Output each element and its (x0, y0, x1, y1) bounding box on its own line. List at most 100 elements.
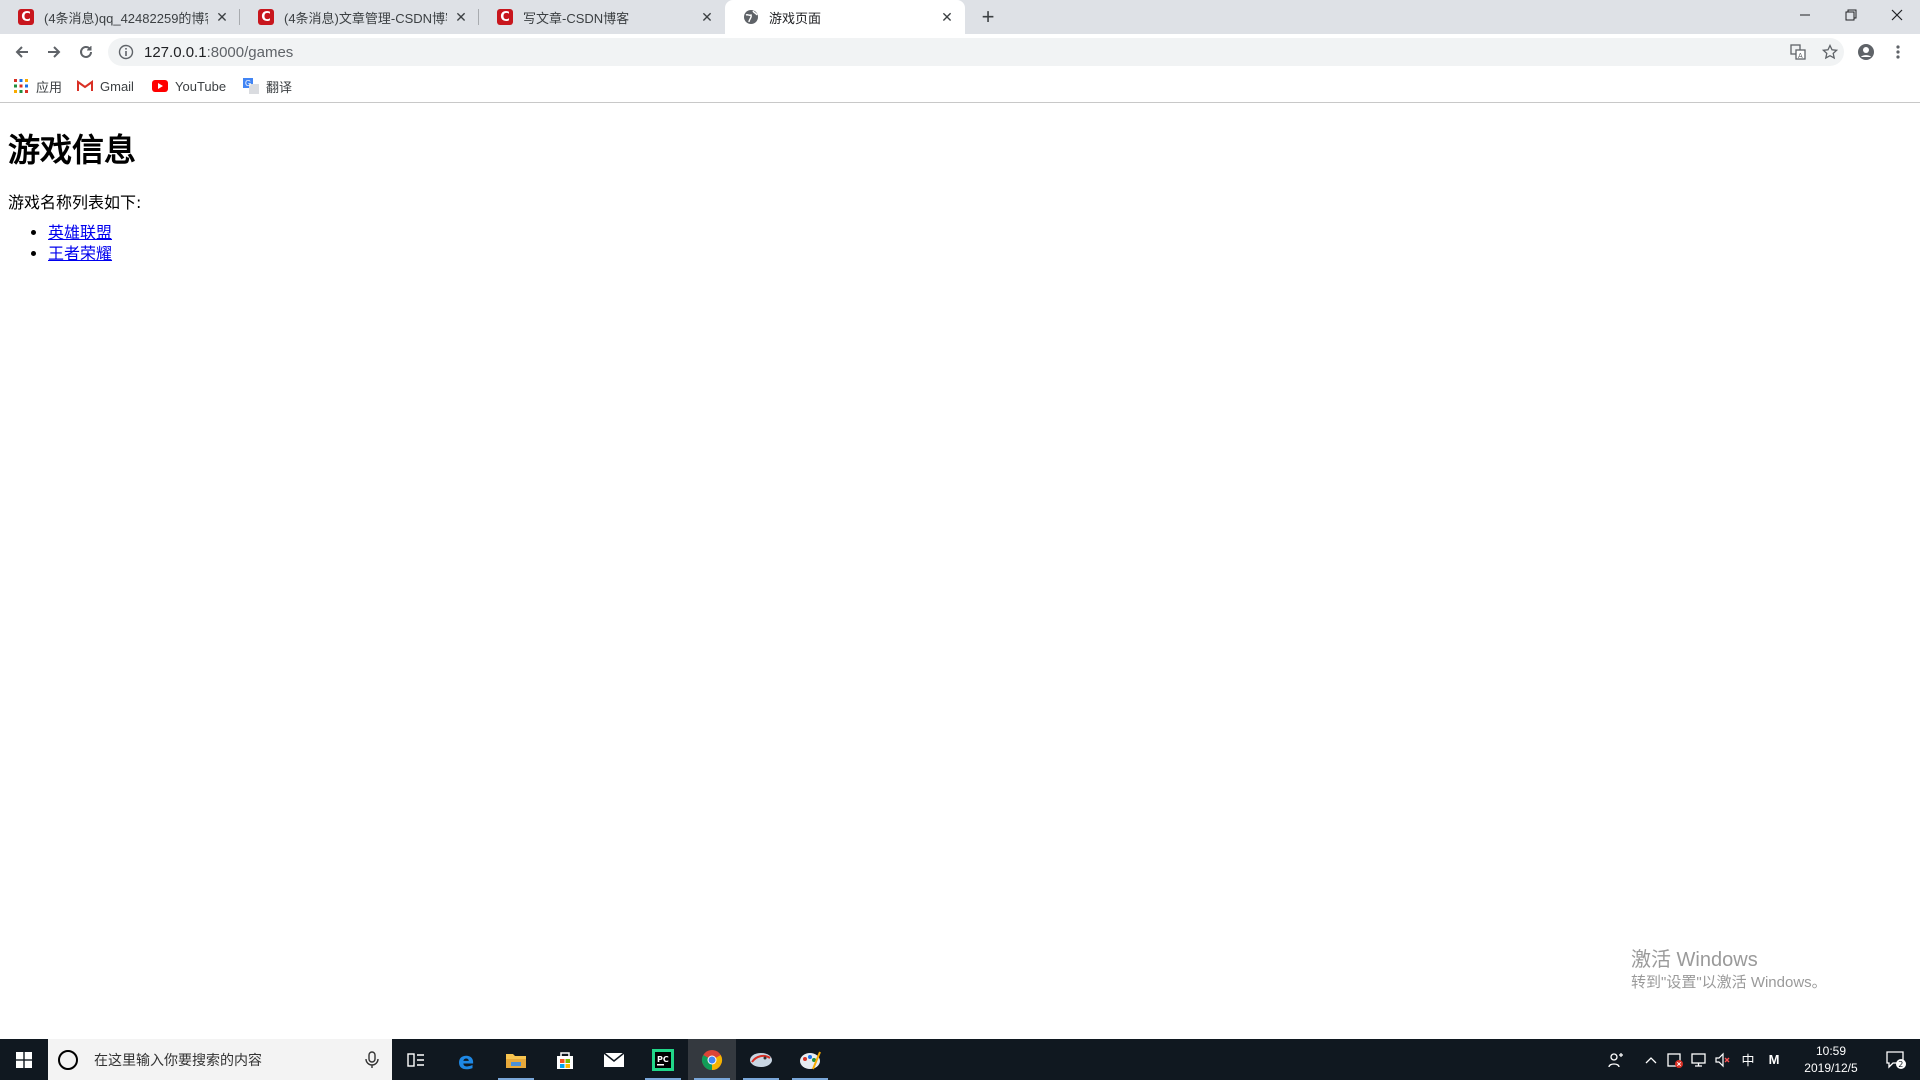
intro-text: 游戏名称列表如下: (8, 193, 142, 212)
tab-2[interactable]: C (4条消息)文章管理-CSDN博客 ✕ (240, 0, 479, 34)
svg-text:A: A (1798, 53, 1803, 60)
back-button[interactable] (10, 40, 34, 64)
game-link-lol[interactable]: 英雄联盟 (48, 223, 112, 242)
tab-4-active[interactable]: 游戏页面 ✕ (725, 0, 965, 34)
minimize-icon (1800, 14, 1810, 16)
tab-title: 游戏页面 (769, 10, 822, 26)
tray-network[interactable] (1688, 1039, 1710, 1080)
taskbar-edge[interactable]: e (443, 1039, 491, 1080)
more-vert-icon (1896, 45, 1900, 59)
taskbar-paint[interactable] (786, 1039, 834, 1080)
microphone-icon[interactable] (364, 1051, 380, 1069)
start-button[interactable] (0, 1039, 48, 1080)
account-circle-icon (1858, 44, 1874, 60)
info-icon[interactable] (118, 44, 134, 60)
profile-button[interactable] (1854, 40, 1878, 64)
chevron-up-icon (1645, 1056, 1657, 1063)
bookmarks-bar: 应用 Gmail YouTube G 翻译 (0, 70, 1920, 103)
taskbar-mail[interactable] (590, 1039, 638, 1080)
tray-people[interactable] (1604, 1039, 1628, 1080)
close-icon (1891, 9, 1903, 21)
page-title: 游戏信息 (8, 131, 137, 169)
notification-count: 2 (1898, 1060, 1903, 1069)
bookmark-star-button[interactable] (1820, 42, 1840, 62)
bookmark-translate[interactable]: G 翻译 (243, 76, 292, 96)
tab-title: (4条消息)qq_42482259的博客 - (44, 10, 208, 26)
tray-show-hidden[interactable] (1640, 1039, 1662, 1080)
page-content: 游戏信息 游戏名称列表如下: 英雄联盟 王者荣耀 激活 Windows 转到"设… (0, 103, 1920, 1039)
new-tab-button[interactable]: + (976, 5, 1000, 29)
taskbar-search-box[interactable]: 在这里输入你要搜索的内容 (48, 1039, 392, 1080)
tab-3[interactable]: C 写文章-CSDN博客 ✕ (479, 0, 725, 34)
bookmark-gmail[interactable]: Gmail (77, 76, 134, 96)
tray-security[interactable] (1664, 1039, 1686, 1080)
taskbar-app-bird[interactable] (737, 1039, 785, 1080)
mail-icon (603, 1051, 625, 1067)
taskbar-clock[interactable]: 10:59 2019/12/5 (1786, 1043, 1876, 1077)
taskbar-store[interactable] (541, 1039, 589, 1080)
svg-text:PC: PC (657, 1055, 669, 1064)
taskbar-file-explorer[interactable] (492, 1039, 540, 1080)
chrome-icon (701, 1049, 723, 1070)
translate-icon: G (243, 78, 259, 94)
close-icon[interactable]: ✕ (453, 9, 469, 25)
edge-icon: e (458, 1049, 474, 1071)
close-icon[interactable]: ✕ (939, 9, 955, 25)
tab-1[interactable]: C (4条消息)qq_42482259的博客 - ✕ (0, 0, 240, 34)
taskbar-chrome[interactable] (688, 1039, 736, 1080)
store-bag-icon (557, 1051, 573, 1069)
minimize-button[interactable] (1782, 0, 1828, 30)
action-center-button[interactable]: 2 (1876, 1039, 1916, 1080)
tray-ime-mode[interactable]: M (1762, 1039, 1786, 1080)
task-view-icon (407, 1052, 424, 1067)
close-icon[interactable]: ✕ (699, 9, 715, 25)
activation-watermark-hint: 转到"设置"以激活 Windows。 (1631, 974, 1827, 991)
pycharm-icon: PC (652, 1048, 674, 1071)
tab-title: 写文章-CSDN博客 (523, 10, 630, 26)
apps-grid-icon (13, 78, 29, 94)
paint-palette-icon (800, 1051, 821, 1069)
gmail-icon (77, 78, 93, 94)
task-view-button[interactable] (392, 1039, 440, 1080)
address-bar[interactable]: 127.0.0.1:8000/games A (108, 38, 1844, 66)
tray-ime-language[interactable]: 中 (1736, 1039, 1760, 1080)
csdn-icon: C (497, 9, 513, 25)
close-window-button[interactable] (1874, 0, 1920, 30)
taskbar-pycharm[interactable]: PC (639, 1039, 687, 1080)
close-icon[interactable]: ✕ (214, 9, 230, 25)
translate-page-button[interactable]: A (1788, 42, 1808, 62)
tray-volume[interactable] (1712, 1039, 1734, 1080)
arrow-left-icon (15, 46, 28, 58)
windows-logo-icon (16, 1051, 32, 1068)
svg-text:e: e (458, 1049, 474, 1071)
tab-strip: C (4条消息)qq_42482259的博客 - ✕ C (4条消息)文章管理-… (0, 0, 1920, 34)
windows-taskbar: 在这里输入你要搜索的内容 e PC 中 M 10:59 2019/12/5 2 (0, 1039, 1920, 1080)
reload-button[interactable] (74, 40, 98, 64)
star-icon (1822, 44, 1838, 60)
notification-icon: 2 (1886, 1050, 1906, 1069)
url-text[interactable]: 127.0.0.1:8000/games (144, 44, 293, 61)
cortana-icon (58, 1049, 78, 1070)
list-item: 英雄联盟 (48, 222, 112, 243)
bookmark-apps[interactable]: 应用 (13, 76, 62, 96)
bookmark-youtube[interactable]: YouTube (152, 76, 226, 96)
volume-muted-icon (1715, 1052, 1730, 1067)
restore-icon (1845, 9, 1857, 21)
clock-time: 10:59 (1815, 1044, 1847, 1058)
translate-icon: A (1790, 44, 1806, 60)
forward-button[interactable] (42, 40, 66, 64)
search-placeholder: 在这里输入你要搜索的内容 (94, 1051, 262, 1068)
reload-icon (80, 45, 92, 58)
arrow-right-icon (48, 46, 61, 58)
browser-toolbar: 127.0.0.1:8000/games A (0, 34, 1920, 70)
people-icon (1608, 1052, 1623, 1067)
activation-watermark-title: 激活 Windows (1631, 949, 1758, 971)
clock-date: 2019/12/5 (1804, 1061, 1858, 1075)
svg-text:G: G (245, 79, 251, 88)
menu-button[interactable] (1886, 40, 1910, 64)
game-list: 英雄联盟 王者荣耀 (8, 222, 112, 264)
bird-app-icon (750, 1052, 772, 1067)
restore-button[interactable] (1828, 0, 1874, 30)
youtube-icon (152, 78, 168, 94)
game-link-hok[interactable]: 王者荣耀 (48, 244, 112, 263)
